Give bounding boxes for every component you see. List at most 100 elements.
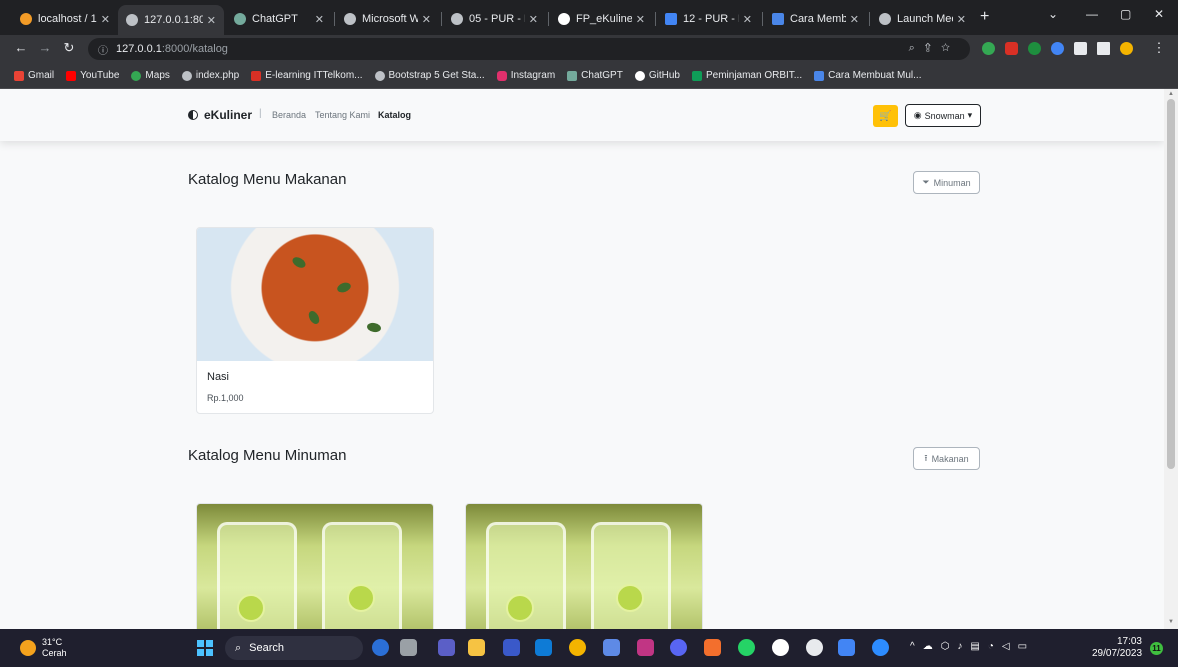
photos-icon[interactable] [603, 639, 620, 656]
weather-condition: Cerah [42, 648, 67, 658]
tab-chatgpt[interactable]: ChatGPT ✕ [226, 7, 332, 31]
reload-icon[interactable]: ↻ [60, 40, 78, 56]
xampp-icon[interactable] [704, 639, 721, 656]
scroll-up-icon[interactable]: ▲ [1168, 91, 1174, 97]
tab-katalog[interactable]: 127.0.0.1:8000 ✕ [118, 5, 224, 35]
restore-icon[interactable]: ▢ [1120, 7, 1131, 21]
side-panel-icon[interactable] [1097, 42, 1110, 55]
notepad-icon[interactable] [838, 639, 855, 656]
bookmark-chatgpt[interactable]: ChatGPT [567, 70, 623, 81]
tab-localhost[interactable]: localhost / 12 ✕ [12, 7, 118, 31]
tab-cara-membuat[interactable]: Cara Membua ✕ [764, 7, 867, 31]
close-icon[interactable]: ✕ [636, 13, 645, 26]
scroll-down-icon[interactable]: ▼ [1168, 619, 1174, 625]
extension-icon[interactable] [1051, 42, 1064, 55]
weather-widget[interactable]: 31°C Cerah [20, 637, 67, 659]
url-host: 127.0.0.1 [116, 43, 162, 55]
minimize-icon[interactable]: — [1086, 7, 1098, 21]
bookmark-gmail[interactable]: Gmail [14, 70, 54, 81]
menu-card[interactable] [465, 503, 703, 629]
notification-badge[interactable]: 11 [1150, 642, 1163, 655]
tab-pur-12[interactable]: 12 - PUR - PF ✕ [657, 7, 760, 31]
nav-tentang-kami[interactable]: Tentang Kami [315, 110, 370, 120]
bookmark-label: index.php [195, 70, 240, 81]
start-button[interactable] [197, 640, 213, 656]
close-icon[interactable]: ✕ [957, 13, 966, 26]
info-icon[interactable]: ⓘ [98, 42, 108, 57]
close-icon[interactable]: ✕ [207, 14, 216, 27]
extension-icon[interactable] [1028, 42, 1041, 55]
scrollbar-thumb[interactable] [1167, 99, 1175, 469]
taskbar-app-icon[interactable] [372, 639, 389, 656]
tab-github[interactable]: FP_eKuliner/ ✕ [550, 7, 653, 31]
bookmark-youtube[interactable]: YouTube [66, 70, 119, 81]
forward-icon[interactable]: → [36, 40, 54, 55]
extensions-puzzle-icon[interactable] [1074, 42, 1087, 55]
bookmark-index[interactable]: index.php [181, 70, 240, 81]
cart-button[interactable]: 🛒 [873, 105, 898, 127]
instagram-icon [496, 70, 507, 81]
bookmark-github[interactable]: GitHub [634, 70, 680, 81]
close-icon[interactable]: ✕ [529, 13, 538, 26]
taskbar-search[interactable]: ⌕ Search [225, 636, 363, 660]
bookmark-maps[interactable]: Maps [131, 70, 170, 81]
bookmark-instagram[interactable]: Instagram [496, 70, 556, 81]
close-icon[interactable]: ✕ [850, 13, 859, 26]
zoom-icon[interactable] [872, 639, 889, 656]
taskbar-app-icon[interactable] [503, 639, 520, 656]
tab-pur-05[interactable]: 05 - PUR - PF ✕ [443, 7, 546, 31]
profile-avatar[interactable] [1120, 42, 1133, 55]
clock-date: 29/07/2023 [1092, 648, 1143, 659]
sheets-icon [691, 70, 702, 81]
url-path: :8000/katalog [161, 43, 228, 55]
tab-separator [334, 12, 335, 26]
user-dropdown-button[interactable]: ◉ Snowman ▾ [905, 104, 981, 127]
address-bar[interactable]: ⓘ 127.0.0.1:8000/katalog ⌕⇪☆ [88, 38, 970, 60]
instagram-icon[interactable] [637, 639, 654, 656]
filter-makanan-button[interactable]: ⭱ Makanan [913, 447, 980, 470]
file-explorer-icon[interactable] [468, 639, 485, 656]
task-view-icon[interactable] [400, 639, 417, 656]
bookmark-peminjaman[interactable]: Peminjaman ORBIT... [691, 70, 802, 81]
teams-icon[interactable] [438, 639, 455, 656]
extension-icon[interactable] [1005, 42, 1018, 55]
obs-icon[interactable] [806, 639, 823, 656]
taskbar-clock[interactable]: 17:03 29/07/2023 [1092, 636, 1142, 660]
page-scrollbar[interactable]: ▲ ▼ [1164, 89, 1178, 629]
menu-card[interactable] [196, 503, 434, 629]
tab-separator [869, 12, 870, 26]
brand-link[interactable]: eKuliner [188, 108, 252, 122]
filter-minuman-button[interactable]: ⏷ Minuman [913, 171, 980, 194]
discord-icon[interactable] [670, 639, 687, 656]
close-icon[interactable]: ✕ [101, 13, 110, 26]
bookmark-elearning[interactable]: E-learning ITTelkom... [251, 70, 363, 81]
tab-title: Microsoft Wo [362, 13, 418, 25]
nav-beranda[interactable]: Beranda [272, 110, 306, 120]
brand-logo-icon [188, 110, 198, 120]
close-icon[interactable]: ✕ [743, 13, 752, 26]
bookmark-bootstrap[interactable]: Bootstrap 5 Get Sta... [374, 70, 485, 81]
vscode-icon[interactable] [535, 639, 552, 656]
section-title-drink: Katalog Menu Minuman [188, 447, 347, 464]
close-window-icon[interactable]: ✕ [1154, 7, 1164, 21]
github-desktop-icon[interactable] [772, 639, 789, 656]
system-tray[interactable]: ^☁⬡♪▤◔◁▭ [910, 641, 1035, 652]
close-icon[interactable]: ✕ [422, 13, 431, 26]
omnibox-actions[interactable]: ⌕⇪☆ [909, 42, 960, 55]
tab-microsoft-word[interactable]: Microsoft Wo ✕ [336, 7, 439, 31]
elearning-icon [251, 70, 262, 81]
menu-card[interactable]: Nasi Rp.1,000 [196, 227, 434, 414]
whatsapp-icon[interactable] [738, 639, 755, 656]
bookmark-label: ChatGPT [581, 70, 623, 81]
nav-katalog[interactable]: Katalog [378, 110, 411, 120]
tab-search-icon[interactable]: ⌄ [1048, 7, 1058, 21]
chrome-icon[interactable] [569, 639, 586, 656]
tab-launch-meeting[interactable]: Launch Meeti ✕ [871, 7, 974, 31]
bookmark-cara-membuat[interactable]: Cara Membuat Mul... [814, 70, 922, 81]
back-icon[interactable]: ← [12, 40, 30, 55]
bookmark-label: Instagram [510, 70, 556, 81]
new-tab-icon[interactable]: + [980, 8, 989, 26]
close-icon[interactable]: ✕ [315, 13, 324, 26]
menu-icon[interactable]: ⋮ [1150, 40, 1168, 56]
extension-icon[interactable] [982, 42, 995, 55]
